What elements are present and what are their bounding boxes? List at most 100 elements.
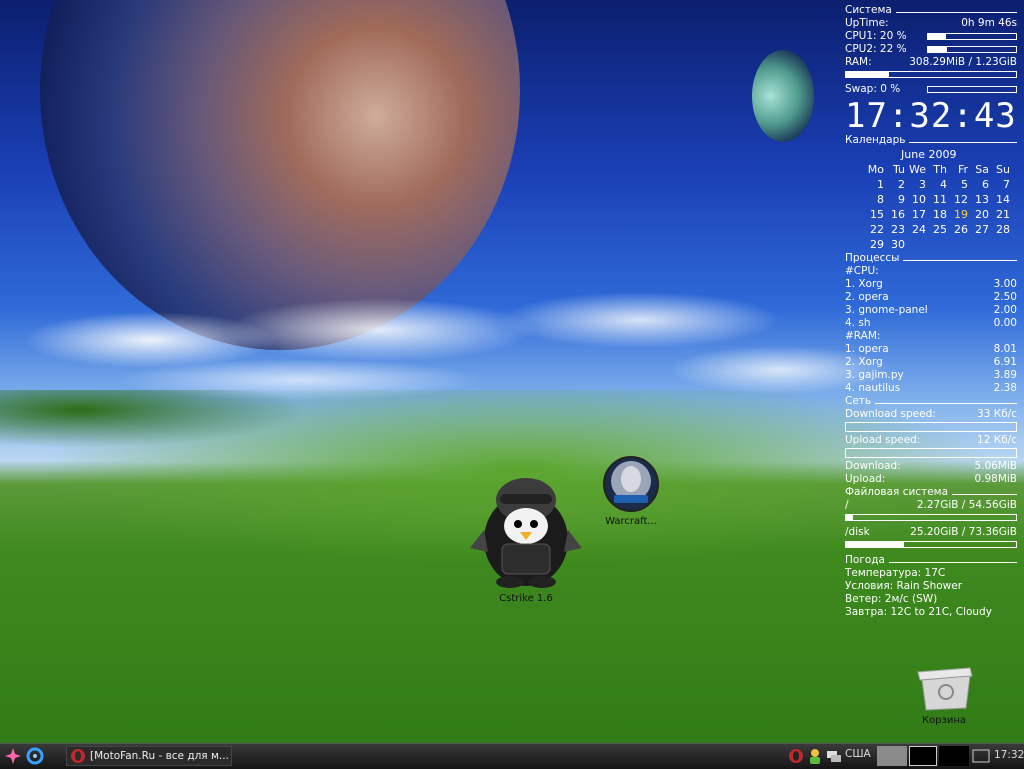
process-row: 1. opera 8.01 [845,343,1017,356]
fs-disk-label: /disk [845,526,870,538]
trash-icon [917,667,973,711]
icon-label-warcraft: Warcraft... [605,516,657,527]
process-cpu-list: 1. Xorg 3.00 2. opera 2.50 3. gnome-panel 2.0… [845,278,1017,330]
network-tray-icon[interactable] [825,747,843,765]
taskbar-window-button[interactable]: [MotoFan.Ru - все для м... [66,746,232,766]
process-value: 2.50 [993,291,1017,303]
calendar-day: 17 [912,208,926,221]
fs-root-label: / [845,499,849,511]
calendar-weekday: Mo [867,163,884,176]
main-menu-icon[interactable] [4,747,22,765]
process-name: 1. Xorg [845,278,883,290]
icon-label-cstrike: Cstrike 1.6 [499,593,553,604]
process-name: 3. gajim.py [845,369,904,381]
fs-disk-row: /disk 25.20GiB / 73.36GiB [845,526,1017,539]
upload-speed-label: Upload speed: [845,434,921,446]
calendar-day: 25 [933,223,947,236]
process-value: 2.38 [993,382,1017,394]
cpu2-row: CPU2: 22 % [845,43,1017,56]
process-row: 3. gajim.py 3.89 [845,369,1017,382]
cpu1-label: CPU1: 20 % [845,30,907,42]
section-system: Система [845,4,1017,17]
section-title-processes: Процессы [845,252,900,264]
section-title-calendar: Календарь [845,134,906,146]
calendar-day: 1 [877,178,884,191]
cpu2-label: CPU2: 22 % [845,43,907,55]
cpu1-bar [927,33,1017,40]
fs-root-bar [845,514,1017,521]
process-value: 3.00 [993,278,1017,290]
calendar-week-row: 29 30 [863,237,1010,252]
desktop-icon-cstrike[interactable]: Cstrike 1.6 [466,470,586,604]
weather-tomorrow: Завтра: 12C to 21C, Cloudy [845,606,992,618]
calendar-week-row: 8 9 10 11 12 13 14 [863,192,1010,207]
cpu2-bar [927,46,1017,53]
calendar-day [968,237,989,252]
calendar-month-year: June 2009 [901,148,957,161]
swap-label: Swap: 0 % [845,83,901,95]
download-graph [845,422,1017,432]
process-ram-header: #RAM: [845,330,881,342]
ram-value: 308.29MiB / 1.23GiB [909,56,1017,68]
keyboard-layout-indicator[interactable]: США [845,748,871,760]
calendar: June 2009 Mo Tu We Th Fr Sa Su 1 2 3 4 5 6 7 8 9 10 11 12 1… [845,147,1017,252]
show-desktop-icon[interactable] [972,747,990,765]
tux-soldier-icon [470,478,582,588]
calendar-day: 29 [870,238,884,251]
process-name: 4. nautilus [845,382,901,394]
calendar-weekday-row: Mo Tu We Th Fr Sa Su [863,162,1010,177]
fs-root-row: / 2.27GiB / 54.56GiB [845,499,1017,512]
calendar-day: 22 [870,223,884,236]
calendar-day [905,237,926,252]
calendar-weekday: We [909,163,926,176]
conky-system-monitor: Система UpTime: 0h 9m 46s CPU1: 20 % CPU… [845,4,1017,619]
workspace-2[interactable] [909,746,937,766]
calendar-day: 20 [975,208,989,221]
upload-total-label: Upload: [845,473,886,485]
process-row: 2. opera 2.50 [845,291,1017,304]
gajim-tray-icon[interactable] [806,747,824,765]
conky-clock: 17:32:43 [845,96,1017,136]
workspace-1[interactable] [877,746,907,766]
process-ram-list: 1. opera 8.01 2. Xorg 6.91 3. gajim.py 3.89 4.… [845,343,1017,395]
wallpaper-planet-small [752,50,814,142]
upload-graph [845,448,1017,458]
taskbar-clock[interactable]: 17:32 [994,749,1024,761]
upload-total-row: Upload: 0.98MiB [845,473,1017,486]
section-title-filesystem: Файловая система [845,486,949,498]
browser-launcher-icon[interactable] [26,747,44,765]
calendar-day: 19 [954,208,968,221]
download-total-value: 5.06MiB [974,460,1017,472]
workspace-3[interactable] [939,746,969,766]
process-name: 3. gnome-panel [845,304,928,316]
process-row: 4. sh 0.00 [845,317,1017,330]
fs-disk-value: 25.20GiB / 73.36GiB [910,526,1017,538]
calendar-day: 30 [891,238,905,251]
weather-temp: Температура: 17C [845,567,946,579]
desktop-icon-warcraft[interactable]: Warcraft... [596,455,666,527]
section-title-weather: Погода [845,554,885,566]
process-name: 4. sh [845,317,871,329]
ram-label: RAM: [845,56,872,68]
calendar-week-row: 1 2 3 4 5 6 7 [863,177,1010,192]
process-row: 3. gnome-panel 2.00 [845,304,1017,317]
desktop-icon-trash[interactable]: Корзина [906,662,982,726]
process-value: 8.01 [993,343,1017,355]
section-filesystem: Файловая система [845,486,1017,499]
calendar-day [926,237,947,252]
process-name: 1. opera [845,343,889,355]
calendar-day: 9 [898,193,905,206]
process-row: 2. Xorg 6.91 [845,356,1017,369]
swap-row: Swap: 0 % [845,83,1017,96]
ram-bar [845,71,1017,78]
opera-tray-icon[interactable] [787,747,805,765]
calendar-day: 5 [961,178,968,191]
process-value: 6.91 [993,356,1017,368]
calendar-grid: Mo Tu We Th Fr Sa Su 1 2 3 4 5 6 7 8 9 10 11 12 13 14 15 16 17 1… [863,162,1010,252]
calendar-day: 6 [982,178,989,191]
calendar-day: 26 [954,223,968,236]
calendar-day: 2 [898,178,905,191]
calendar-day: 8 [877,193,884,206]
calendar-day: 14 [996,193,1010,206]
section-title-system: Система [845,4,892,16]
